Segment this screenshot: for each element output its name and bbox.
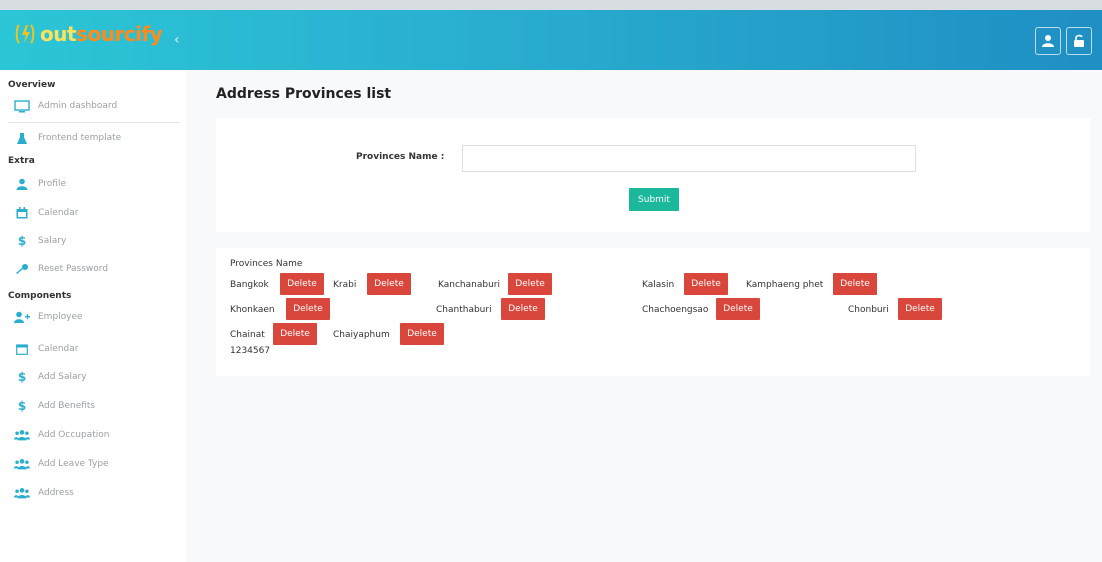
key-icon <box>14 262 30 276</box>
unlock-icon <box>1074 34 1084 47</box>
sidebar-item-label: Address <box>38 488 74 498</box>
province-name: Chainat <box>230 330 265 340</box>
logout-button[interactable] <box>1066 27 1092 55</box>
logo-text-part2: sourcify <box>76 22 163 46</box>
page-title: Address Provinces list <box>216 86 392 102</box>
provinces-name-input[interactable] <box>462 145 916 172</box>
sidebar-item-frontend-template[interactable]: Frontend template <box>14 128 180 148</box>
sidebar-item-address[interactable]: Address <box>14 483 180 503</box>
dollar-icon: $ <box>17 399 27 413</box>
provinces-list-header: Provinces Name <box>230 259 303 269</box>
delete-button[interactable]: Delete <box>367 273 411 295</box>
app-logo[interactable]: outsourcify <box>14 22 163 46</box>
sidebar-item-label: Add Leave Type <box>38 459 109 469</box>
delete-button[interactable]: Delete <box>286 298 330 320</box>
user-icon <box>1042 35 1054 47</box>
sidebar-item-add-occupation[interactable]: Add Occupation <box>14 425 180 445</box>
dollar-icon: $ <box>17 234 27 248</box>
sidebar-item-reset-password[interactable]: Reset Password <box>14 259 180 279</box>
dollar-icon: $ <box>17 370 27 384</box>
sidebar-item-add-salary[interactable]: $ Add Salary <box>14 367 180 387</box>
province-name: Chachoengsao <box>642 305 709 315</box>
user-icon <box>14 177 30 191</box>
provinces-name-label: Provinces Name : <box>356 152 445 162</box>
header-bar <box>0 10 1102 70</box>
province-name: Kalasin <box>642 280 675 290</box>
delete-button[interactable]: Delete <box>273 323 317 345</box>
flask-icon <box>14 131 30 145</box>
sidebar-heading-components: Components <box>8 291 72 301</box>
users-icon <box>14 486 30 500</box>
province-name: Chanthaburi <box>436 305 492 315</box>
form-card <box>216 118 1090 232</box>
province-name: Krabi <box>333 280 357 290</box>
delete-button[interactable]: Delete <box>898 298 942 320</box>
delete-button[interactable]: Delete <box>716 298 760 320</box>
sidebar-item-label: Calendar <box>38 208 79 218</box>
sidebar-heading-extra: Extra <box>8 156 35 166</box>
calendar-outline-icon <box>14 342 30 356</box>
app-name: outsourcify <box>40 22 163 46</box>
province-name: Kanchanaburi <box>438 280 500 290</box>
sidebar-item-label: Salary <box>38 236 67 246</box>
submit-button[interactable]: Submit <box>629 188 679 211</box>
delete-button[interactable]: Delete <box>400 323 444 345</box>
province-name: Khonkaen <box>230 305 275 315</box>
users-icon <box>14 457 30 471</box>
delete-button[interactable]: Delete <box>280 273 324 295</box>
sidebar-item-profile[interactable]: Profile <box>14 174 180 194</box>
lightning-logo-icon <box>14 22 35 46</box>
sidebar-item-add-leave-type[interactable]: Add Leave Type <box>14 454 180 474</box>
sidebar-item-label: Profile <box>38 179 66 189</box>
delete-button[interactable]: Delete <box>684 273 728 295</box>
sidebar-item-label: Add Occupation <box>38 430 110 440</box>
sidebar-item-label: Calendar <box>38 344 79 354</box>
sidebar-item-calendar[interactable]: Calendar <box>14 203 180 223</box>
province-name: Bangkok <box>230 280 269 290</box>
sidebar-divider <box>8 122 180 123</box>
sidebar-item-label: Reset Password <box>38 264 109 274</box>
users-icon <box>14 428 30 442</box>
delete-button[interactable]: Delete <box>501 298 545 320</box>
sidebar-collapse-icon[interactable]: ‹ <box>174 32 180 48</box>
logo-text-part1: out <box>40 22 77 46</box>
province-name: Kamphaeng phet <box>746 280 824 290</box>
sidebar-item-employee[interactable]: Employee <box>14 307 180 327</box>
calendar-icon <box>14 206 30 220</box>
sidebar-heading-overview: Overview <box>8 80 56 90</box>
province-name: Chonburi <box>848 305 889 315</box>
sidebar-item-salary[interactable]: $ Salary <box>14 231 180 251</box>
monitor-icon <box>14 99 30 113</box>
user-profile-button[interactable] <box>1035 27 1061 55</box>
top-strip <box>0 0 1102 10</box>
sidebar-item-label: Add Benefits <box>38 401 96 411</box>
sidebar-item-admin-dashboard[interactable]: Admin dashboard <box>14 96 180 116</box>
delete-button[interactable]: Delete <box>833 273 877 295</box>
sidebar-item-label: Employee <box>38 312 83 322</box>
province-name: 1234567 <box>230 346 271 356</box>
sidebar-item-label: Add Salary <box>38 372 87 382</box>
sidebar-item-label: Frontend template <box>38 133 122 143</box>
sidebar-item-calendar-2[interactable]: Calendar <box>14 339 180 359</box>
add-user-icon <box>14 310 30 324</box>
sidebar-item-add-benefits[interactable]: $ Add Benefits <box>14 396 180 416</box>
sidebar-item-label: Admin dashboard <box>38 101 118 111</box>
delete-button[interactable]: Delete <box>508 273 552 295</box>
province-name: Chaiyaphum <box>333 330 390 340</box>
